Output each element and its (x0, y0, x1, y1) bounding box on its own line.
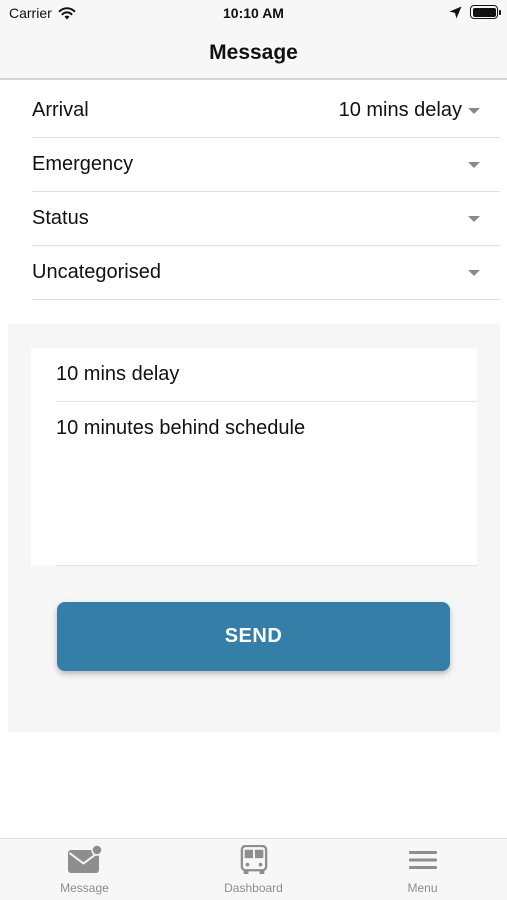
location-arrow-icon (449, 6, 462, 18)
status-time: 10:10 AM (223, 5, 284, 21)
message-subject-field[interactable]: 10 mins delay (56, 348, 477, 402)
message-icon (67, 845, 103, 873)
send-button[interactable]: SEND (57, 602, 450, 671)
tab-label: Message (60, 881, 109, 895)
caret-down-icon (468, 269, 480, 276)
tab-label: Dashboard (224, 881, 283, 895)
dropdown-status[interactable]: Status (32, 192, 500, 246)
message-card: 10 mins delay 10 minutes behind schedule (31, 348, 477, 566)
message-body-field[interactable]: 10 minutes behind schedule (56, 402, 477, 566)
category-dropdown-list: Arrival 10 mins delay Emergency Status U… (32, 84, 500, 300)
navigation-bar: Message (0, 28, 507, 80)
dropdown-label: Uncategorised (32, 261, 161, 283)
bus-icon (240, 845, 267, 874)
caret-down-icon (468, 107, 480, 114)
status-right (449, 5, 501, 19)
status-bar: Carrier 10:10 AM (0, 0, 507, 28)
dropdown-label: Status (32, 207, 89, 229)
dropdown-uncategorised[interactable]: Uncategorised (32, 246, 500, 300)
message-screen: Carrier 10:10 AM Message Arrival 10 mins… (0, 0, 507, 900)
tab-dashboard[interactable]: Dashboard (169, 845, 338, 895)
caret-down-icon (468, 161, 480, 168)
battery-icon (470, 5, 501, 19)
battery-fill (472, 7, 496, 17)
tab-bar: Message Dashboard Menu (0, 838, 507, 900)
tab-label: Menu (407, 881, 438, 895)
dropdown-label: Arrival (32, 99, 89, 121)
message-panel: 10 mins delay 10 minutes behind schedule… (8, 324, 500, 732)
hamburger-menu-icon (408, 851, 437, 869)
caret-down-icon (468, 215, 480, 222)
dropdown-label: Emergency (32, 153, 134, 175)
dropdown-arrival[interactable]: Arrival 10 mins delay (32, 84, 500, 138)
dropdown-selected-value: 10 mins delay (338, 99, 462, 121)
tab-message[interactable]: Message (0, 845, 169, 895)
dropdown-emergency[interactable]: Emergency (32, 138, 500, 192)
tab-menu[interactable]: Menu (338, 845, 507, 895)
page-title: Message (209, 41, 298, 64)
